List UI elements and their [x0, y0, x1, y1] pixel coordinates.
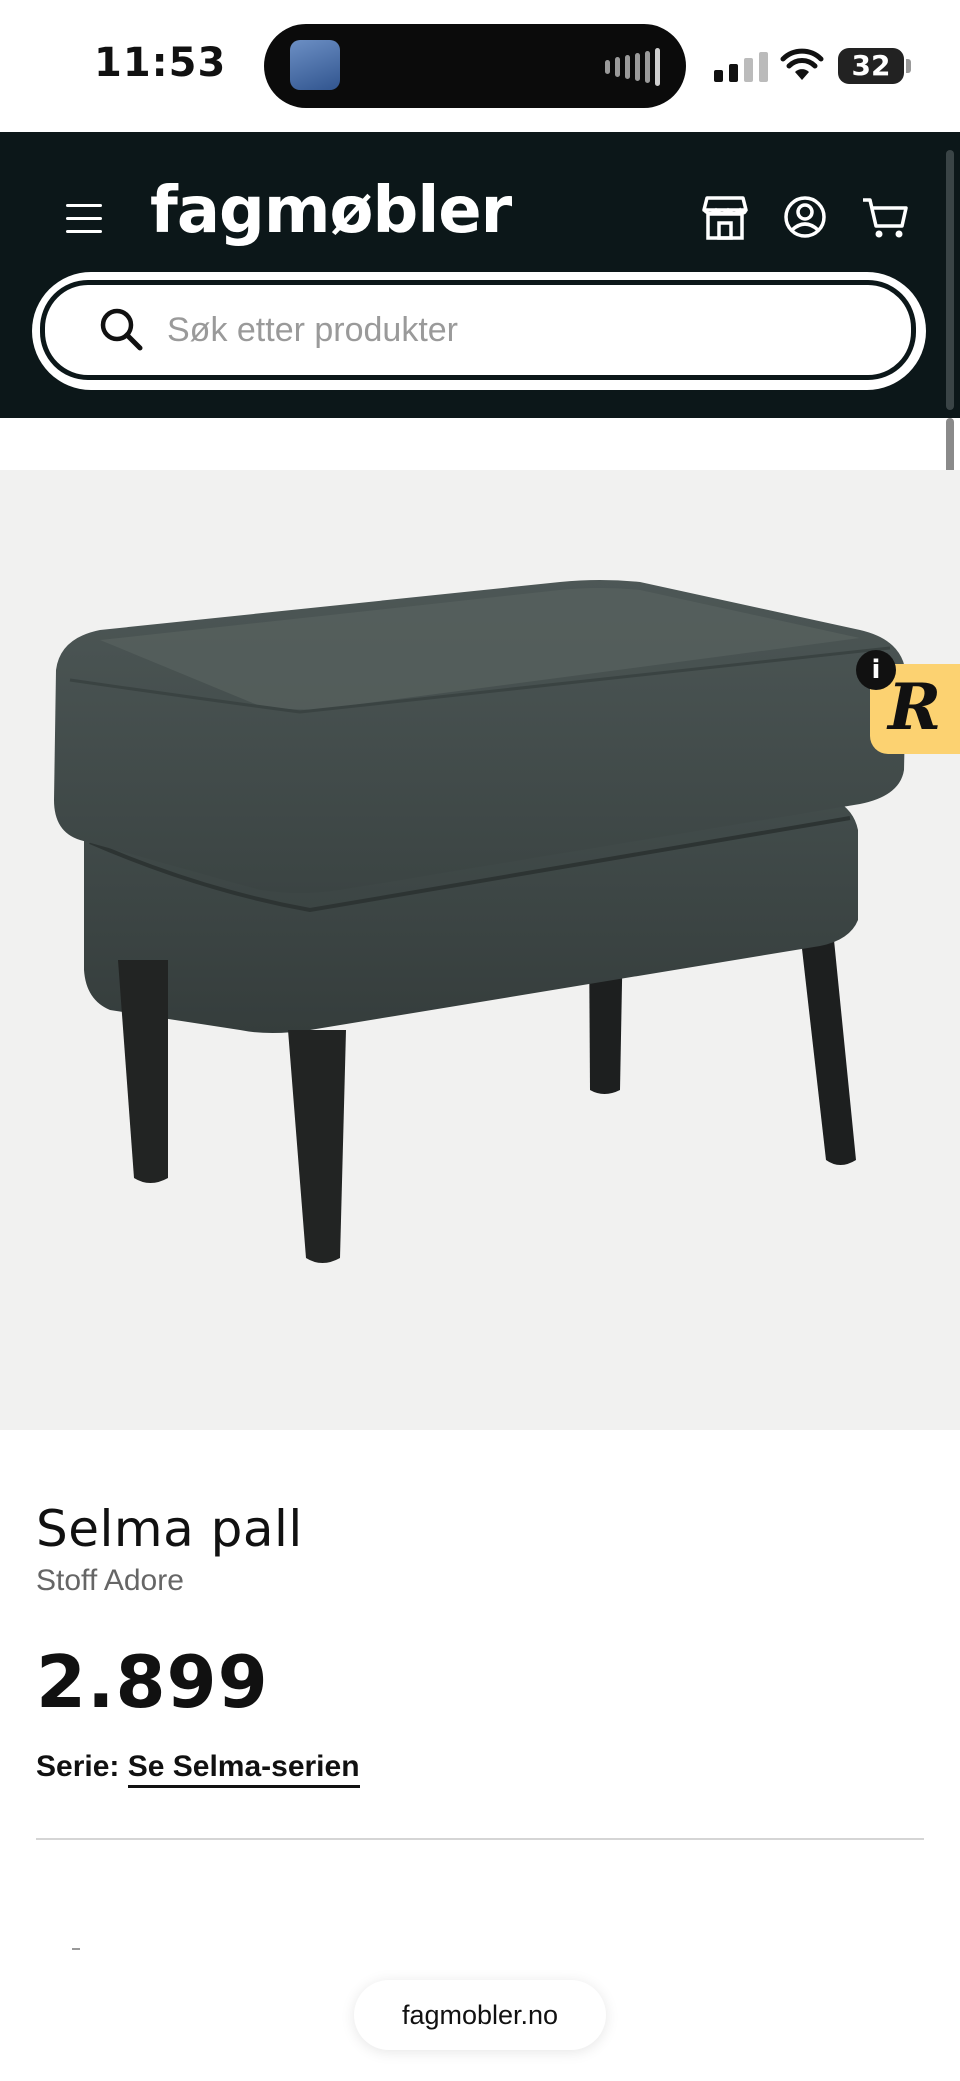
store-icon[interactable] [700, 192, 750, 242]
search-input[interactable] [165, 297, 869, 363]
cellular-signal-icon [714, 52, 768, 82]
series-line: Serie: Se Selma-serien [36, 1750, 360, 1788]
scrollbar-track [946, 150, 954, 410]
section-mark [72, 1948, 80, 1950]
cart-icon[interactable] [860, 192, 910, 242]
account-icon[interactable] [780, 192, 830, 242]
search-bar [32, 272, 926, 390]
audio-waveform-icon [605, 48, 660, 86]
divider [36, 1838, 924, 1840]
wifi-icon [780, 48, 824, 80]
info-icon[interactable]: i [856, 650, 896, 690]
product-title: Selma pall [36, 1500, 303, 1558]
series-link[interactable]: Se Selma-serien [127, 1750, 360, 1788]
r-logo-icon: R [888, 670, 942, 745]
product-image[interactable] [0, 470, 960, 1430]
battery-tip [906, 59, 911, 73]
menu-icon[interactable] [66, 204, 102, 234]
battery-icon: 32 [838, 48, 904, 84]
browser-url-bar[interactable]: fagmobler.no [354, 1980, 606, 2050]
ottoman-image [54, 580, 906, 1263]
dynamic-island[interactable] [264, 24, 686, 108]
product-subtitle: Stoff Adore [36, 1564, 184, 1597]
site-header: fagmøbler [0, 132, 960, 418]
series-label: Serie: [36, 1750, 120, 1783]
now-playing-artwork [290, 40, 340, 90]
status-bar: 11:53 32 [0, 0, 960, 132]
search-icon[interactable] [97, 305, 145, 353]
site-logo[interactable]: fagmøbler [150, 174, 512, 248]
status-time: 11:53 [94, 40, 227, 86]
product-price: 2.899 [36, 1640, 269, 1724]
search-box[interactable] [40, 280, 916, 380]
